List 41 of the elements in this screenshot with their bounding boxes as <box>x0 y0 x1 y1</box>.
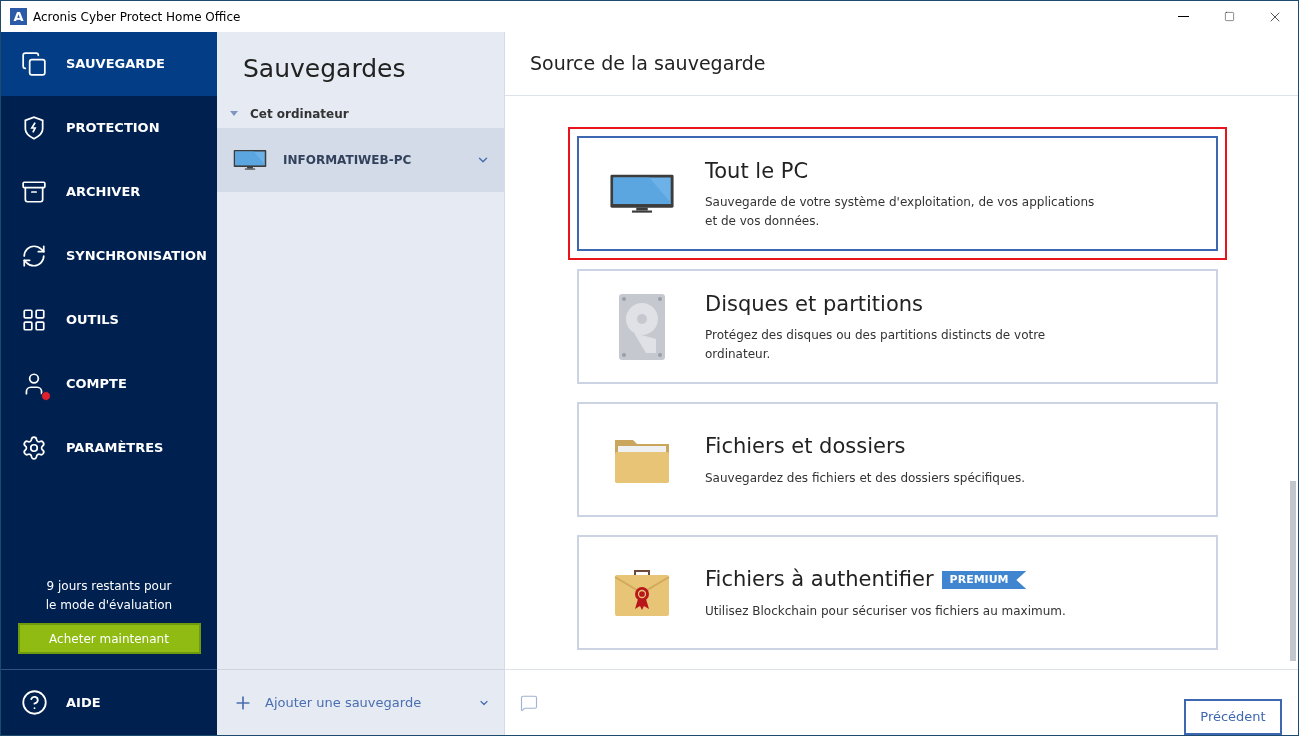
option-description: Sauvegarde de votre système d'exploitation, de vos applications et de vos données. <box>705 194 1095 231</box>
nav-item[interactable]: PROTECTION <box>1 96 217 160</box>
shield-icon <box>21 115 47 141</box>
computer-item[interactable]: INFORMATIWEB-PC <box>217 128 504 192</box>
source-option[interactable]: Fichiers et dossiers Sauvegardez des fichiers et des dossiers spécifiques. <box>577 402 1218 517</box>
nav-item[interactable]: SYNCHRONISATION <box>1 224 217 288</box>
feedback-icon[interactable] <box>520 693 538 712</box>
add-backup-button[interactable]: Ajouter une sauvegarde <box>217 669 504 735</box>
trial-notice: 9 jours restants pour le mode d'évaluation <box>44 578 174 614</box>
app-logo: A <box>10 8 27 25</box>
grid-icon <box>21 307 47 333</box>
premium-badge: PREMIUM <box>941 570 1027 590</box>
window-title: Acronis Cyber Protect Home Office <box>33 8 241 26</box>
archive-icon <box>21 179 47 205</box>
source-option[interactable]: Disques et partitions Protégez des disques ou des partitions distincts de votre ordinateur. <box>577 269 1218 384</box>
copy-icon <box>21 51 47 77</box>
settings-icon <box>21 435 47 461</box>
sync-icon <box>21 243 47 269</box>
option-title: Tout le PC <box>705 157 809 185</box>
nav-item[interactable]: COMPTE <box>1 352 217 416</box>
nav-item[interactable]: OUTILS <box>1 288 217 352</box>
option-description: Sauvegardez des fichiers et des dossiers spécifiques. <box>705 469 1026 487</box>
back-button[interactable]: Précédent <box>1184 698 1282 735</box>
minimize-icon <box>1177 16 1189 17</box>
source-option[interactable]: Tout le PC Sauvegarde de votre système d'exploitation, de vos applications et de vos données. <box>577 136 1218 251</box>
option-title: Disques et partitions <box>705 290 924 318</box>
section-title: Source de la sauvegarde <box>505 32 1298 96</box>
source-option[interactable]: Fichiers à authentifier PREMIUM Utilisez Blockchain pour sécuriser vos fichiers au maximum. <box>577 535 1218 650</box>
nav-item[interactable]: SAUVEGARDE <box>1 32 217 96</box>
option-title: Fichiers et dossiers <box>705 433 906 461</box>
help-icon <box>21 689 48 716</box>
nav-item[interactable]: PARAMÈTRES <box>1 416 217 480</box>
panel-title: Sauvegardes <box>242 53 407 85</box>
group-header[interactable]: Cet ordinateur <box>217 100 504 128</box>
option-title: Fichiers à authentifier <box>705 566 934 594</box>
option-description: Utilisez Blockchain pour sécuriser vos fichiers au maximum. <box>705 602 1067 620</box>
maximize-icon <box>1223 11 1235 22</box>
briefcase-icon <box>614 568 670 617</box>
caret-icon <box>230 111 238 117</box>
option-description: Protégez des disques ou des partitions distincts de votre ordinateur. <box>705 327 1047 364</box>
nav-item[interactable]: ARCHIVER <box>1 160 217 224</box>
